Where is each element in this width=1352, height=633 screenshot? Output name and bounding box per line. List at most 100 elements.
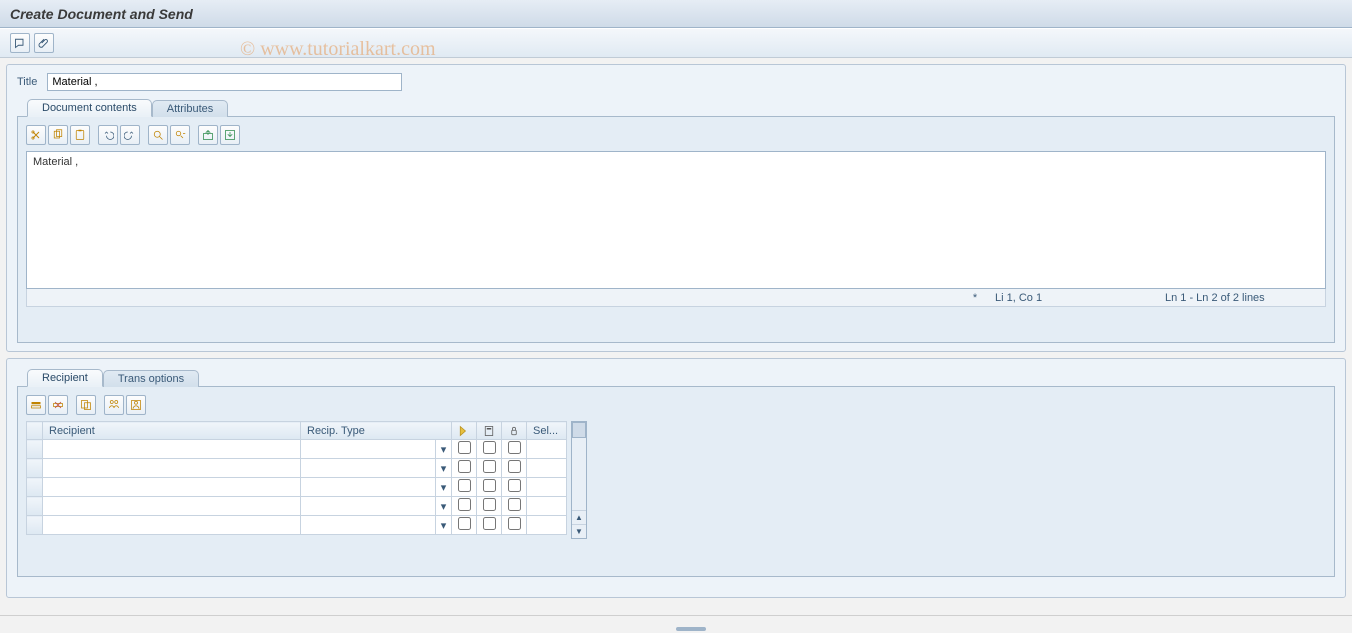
table-row: ▾ [27, 478, 567, 497]
recipient-panel: Recipient Trans options Recipient Recip.… [6, 358, 1346, 598]
tab-trans-options[interactable]: Trans options [103, 370, 199, 387]
select-cell[interactable] [527, 459, 567, 478]
express-checkbox[interactable] [458, 517, 471, 530]
row-selector[interactable] [27, 440, 43, 459]
scrollbar-track[interactable] [572, 438, 586, 510]
select-cell[interactable] [527, 497, 567, 516]
tab-attributes[interactable]: Attributes [152, 100, 228, 117]
recipient-tab-body: Recipient Recip. Type Sel... ▾ [17, 387, 1335, 577]
blind-checkbox[interactable] [508, 441, 521, 454]
express-checkbox[interactable] [458, 460, 471, 473]
page-title: Create Document and Send [10, 6, 193, 22]
col-express-icon[interactable] [452, 422, 477, 440]
type-dropdown-icon[interactable]: ▾ [436, 440, 452, 459]
table-scrollbar[interactable]: ▲ ▼ [571, 421, 587, 539]
table-row: ▾ [27, 440, 567, 459]
col-blind-copy-icon[interactable] [502, 422, 527, 440]
title-input[interactable] [47, 73, 402, 91]
table-row: ▾ [27, 516, 567, 535]
address-book-icon[interactable] [126, 395, 146, 415]
redo-icon[interactable] [120, 125, 140, 145]
col-copy-icon[interactable] [477, 422, 502, 440]
editor-toolbar [26, 125, 1326, 145]
type-dropdown-icon[interactable]: ▾ [436, 478, 452, 497]
editor-statusbar: * Li 1, Co 1 Ln 1 - Ln 2 of 2 lines [26, 289, 1326, 307]
undo-icon[interactable] [98, 125, 118, 145]
copy-icon[interactable] [48, 125, 68, 145]
type-dropdown-icon[interactable]: ▾ [436, 459, 452, 478]
recipient-input[interactable] [43, 516, 300, 534]
table-row: ▾ [27, 497, 567, 516]
blind-checkbox[interactable] [508, 517, 521, 530]
copy-checkbox[interactable] [483, 460, 496, 473]
recipient-input[interactable] [43, 497, 300, 515]
select-cell[interactable] [527, 440, 567, 459]
express-checkbox[interactable] [458, 498, 471, 511]
paste-icon[interactable] [70, 125, 90, 145]
document-panel: Title Document contents Attributes Mater… [6, 64, 1346, 352]
select-cell[interactable] [527, 516, 567, 535]
delete-row-icon[interactable] [48, 395, 68, 415]
find-icon[interactable] [148, 125, 168, 145]
copy-checkbox[interactable] [483, 498, 496, 511]
blind-checkbox[interactable] [508, 460, 521, 473]
blind-checkbox[interactable] [508, 479, 521, 492]
rowheader-corner [27, 422, 43, 440]
app-toolbar [0, 28, 1352, 58]
distribution-list-icon[interactable] [104, 395, 124, 415]
recip-type-input[interactable] [301, 516, 435, 534]
row-selector[interactable] [27, 459, 43, 478]
line-count: Ln 1 - Ln 2 of 2 lines [1155, 292, 1325, 304]
resize-handle [676, 627, 706, 631]
recipient-input[interactable] [43, 440, 300, 458]
send-icon[interactable] [10, 33, 30, 53]
select-cell[interactable] [527, 478, 567, 497]
recip-type-input[interactable] [301, 459, 435, 477]
recip-type-input[interactable] [301, 440, 435, 458]
editor-content: Material , [33, 156, 78, 168]
recipient-tbody: ▾ ▾ [27, 440, 567, 535]
modified-indicator: * [965, 292, 985, 304]
scroll-up-icon[interactable]: ▲ [572, 510, 586, 524]
type-dropdown-icon[interactable]: ▾ [436, 516, 452, 535]
express-checkbox[interactable] [458, 479, 471, 492]
row-selector[interactable] [27, 478, 43, 497]
recip-type-input[interactable] [301, 497, 435, 515]
type-dropdown-icon[interactable]: ▾ [436, 497, 452, 516]
scrollbar-thumb[interactable] [572, 422, 586, 438]
document-editor[interactable]: Material , [26, 151, 1326, 289]
cut-icon[interactable] [26, 125, 46, 145]
statusbar [0, 615, 1352, 633]
recipient-toolbar [26, 395, 1326, 415]
recip-type-input[interactable] [301, 478, 435, 496]
cursor-position: Li 1, Co 1 [985, 292, 1155, 304]
copy-checkbox[interactable] [483, 479, 496, 492]
recipient-input[interactable] [43, 459, 300, 477]
table-row: ▾ [27, 459, 567, 478]
load-icon[interactable] [198, 125, 218, 145]
document-tabstrip: Document contents Attributes [17, 97, 1335, 117]
col-select[interactable]: Sel... [527, 422, 567, 440]
tab-document-contents[interactable]: Document contents [27, 99, 152, 117]
document-tab-body: Material , * Li 1, Co 1 Ln 1 - Ln 2 of 2… [17, 117, 1335, 343]
row-selector[interactable] [27, 497, 43, 516]
copy-recipient-icon[interactable] [76, 395, 96, 415]
row-selector[interactable] [27, 516, 43, 535]
copy-checkbox[interactable] [483, 441, 496, 454]
attach-icon[interactable] [34, 33, 54, 53]
tab-recipient[interactable]: Recipient [27, 369, 103, 387]
col-recipient[interactable]: Recipient [43, 422, 301, 440]
save-icon[interactable] [220, 125, 240, 145]
window-titlebar: Create Document and Send [0, 0, 1352, 28]
scroll-down-icon[interactable]: ▼ [572, 524, 586, 538]
blind-checkbox[interactable] [508, 498, 521, 511]
express-checkbox[interactable] [458, 441, 471, 454]
title-label: Title [17, 76, 37, 88]
find-next-icon[interactable] [170, 125, 190, 145]
recipient-table: Recipient Recip. Type Sel... ▾ [26, 421, 567, 535]
copy-checkbox[interactable] [483, 517, 496, 530]
recipient-tabstrip: Recipient Trans options [17, 367, 1335, 387]
insert-row-icon[interactable] [26, 395, 46, 415]
recipient-input[interactable] [43, 478, 300, 496]
col-recip-type[interactable]: Recip. Type [301, 422, 452, 440]
